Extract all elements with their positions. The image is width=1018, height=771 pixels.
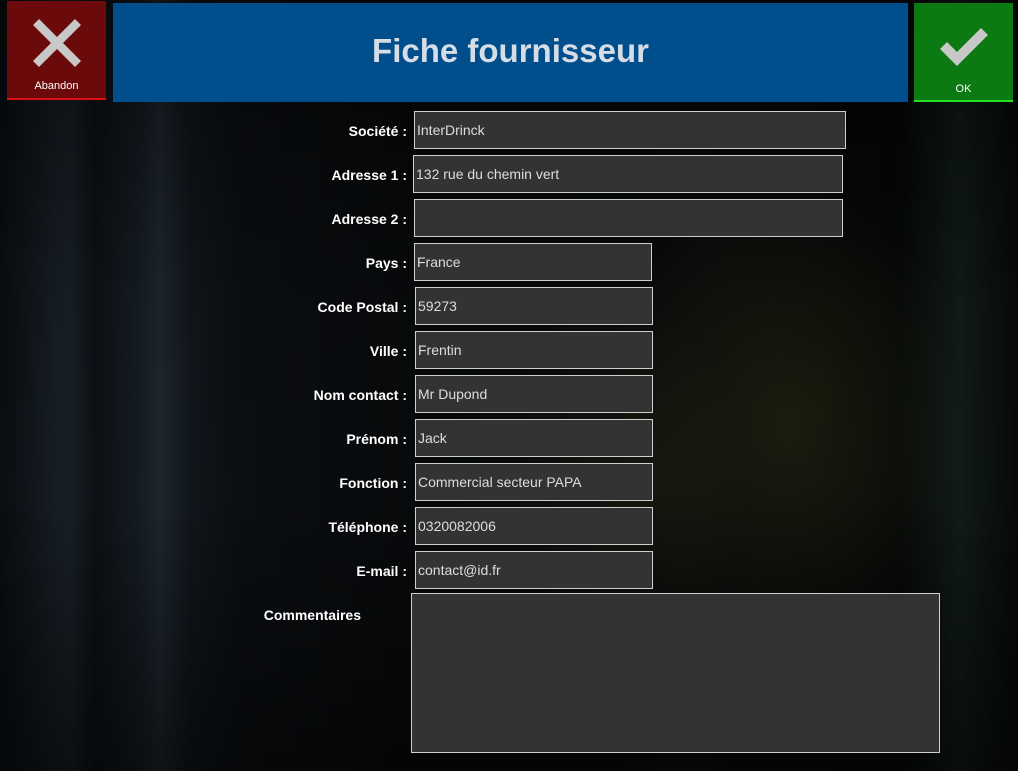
abandon-button[interactable]: Abandon	[7, 1, 106, 100]
commentaires-label: Commentaires	[263, 607, 361, 623]
prenom-field[interactable]	[415, 419, 653, 457]
adresse2-label: Adresse 2 :	[331, 211, 407, 227]
prenom-label: Prénom :	[346, 431, 407, 447]
adresse1-field[interactable]	[413, 155, 843, 193]
page-title: Fiche fournisseur	[372, 31, 649, 69]
ok-button-label: OK	[955, 83, 972, 95]
societe-field[interactable]	[414, 111, 846, 149]
telephone-label: Téléphone :	[328, 519, 407, 535]
code-postal-label: Code Postal :	[317, 299, 407, 315]
nom-contact-label: Nom contact :	[313, 387, 407, 403]
code-postal-field[interactable]	[415, 287, 653, 325]
email-field[interactable]	[415, 551, 653, 589]
telephone-field[interactable]	[415, 507, 653, 545]
adresse2-field[interactable]	[414, 199, 843, 237]
ville-field[interactable]	[415, 331, 653, 369]
ok-button[interactable]: OK	[914, 3, 1013, 102]
fonction-field[interactable]	[415, 463, 653, 501]
societe-label: Société :	[348, 123, 407, 139]
adresse1-label: Adresse 1 :	[331, 167, 407, 183]
pays-label: Pays :	[365, 255, 407, 271]
email-label: E-mail :	[356, 563, 407, 579]
pays-field[interactable]	[414, 243, 652, 281]
nom-contact-field[interactable]	[415, 375, 653, 413]
ville-label: Ville :	[369, 343, 407, 359]
page-header: Fiche fournisseur	[113, 3, 908, 102]
abandon-button-label: Abandon	[34, 80, 79, 92]
commentaires-field[interactable]	[411, 593, 940, 753]
check-icon	[940, 28, 988, 66]
fonction-label: Fonction :	[339, 475, 407, 491]
close-icon	[33, 19, 81, 67]
